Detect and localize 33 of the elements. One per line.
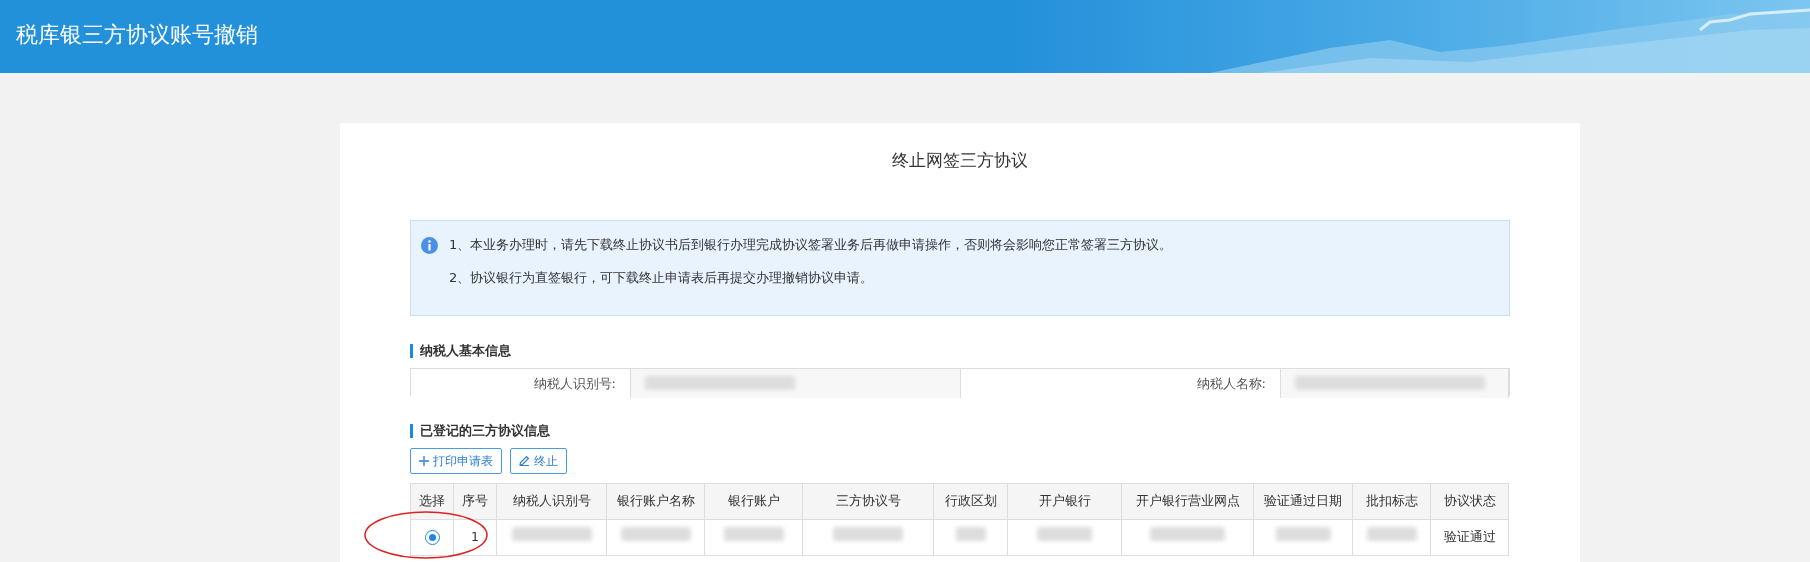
- redacted-value: [620, 527, 691, 542]
- page-title: 税库银三方协议账号撤销: [16, 21, 258, 49]
- redacted-value: [955, 527, 986, 542]
- column-header: 选择: [410, 483, 454, 519]
- pencil-icon: [519, 455, 530, 466]
- notice-text: 2、协议银行为直签银行，可下载终止申请表后再提交办理撤销协议申请。: [449, 269, 875, 287]
- column-header: 开户银行营业网点: [1121, 483, 1254, 519]
- plus-icon: [419, 455, 429, 466]
- action-button[interactable]: 终止: [510, 447, 567, 474]
- info-icon: [421, 236, 438, 254]
- redacted-value: [1366, 527, 1417, 542]
- redacted-value: [1037, 527, 1092, 542]
- column-header: 银行账户: [704, 483, 803, 519]
- field-label: 纳税人识别号:: [411, 368, 631, 398]
- column-header: 协议状态: [1430, 483, 1509, 519]
- column-header: 银行账户名称: [606, 483, 705, 519]
- column-header: 纳税人识别号: [496, 483, 607, 519]
- card-title: 终止网签三方协议: [891, 149, 1029, 172]
- notice-text: 1、本业务办理时，请先下载终止协议书后到银行办理完成协议签署业务后再做申请操作，否则将会影响您正常签署三方协议。: [449, 235, 1174, 254]
- field-label: 纳税人名称:: [961, 368, 1281, 398]
- column-header: 验证通过日期: [1253, 483, 1353, 519]
- action-button[interactable]: 打印申请表: [410, 447, 502, 474]
- column-header: 开户银行: [1007, 483, 1122, 519]
- redacted-value: [1275, 527, 1331, 542]
- section-heading: 已登记的三方协议信息: [410, 423, 1510, 438]
- column-header: 三方协议号: [802, 483, 934, 519]
- table-cell: 验证通过: [1430, 519, 1509, 555]
- column-header: 批扣标志: [1352, 483, 1431, 519]
- redacted-value: [723, 527, 784, 542]
- column-header: 序号: [453, 483, 497, 519]
- column-header: 行政区划: [933, 483, 1008, 519]
- section-heading: 纳税人基本信息: [410, 343, 1510, 358]
- redacted-value: [833, 527, 903, 542]
